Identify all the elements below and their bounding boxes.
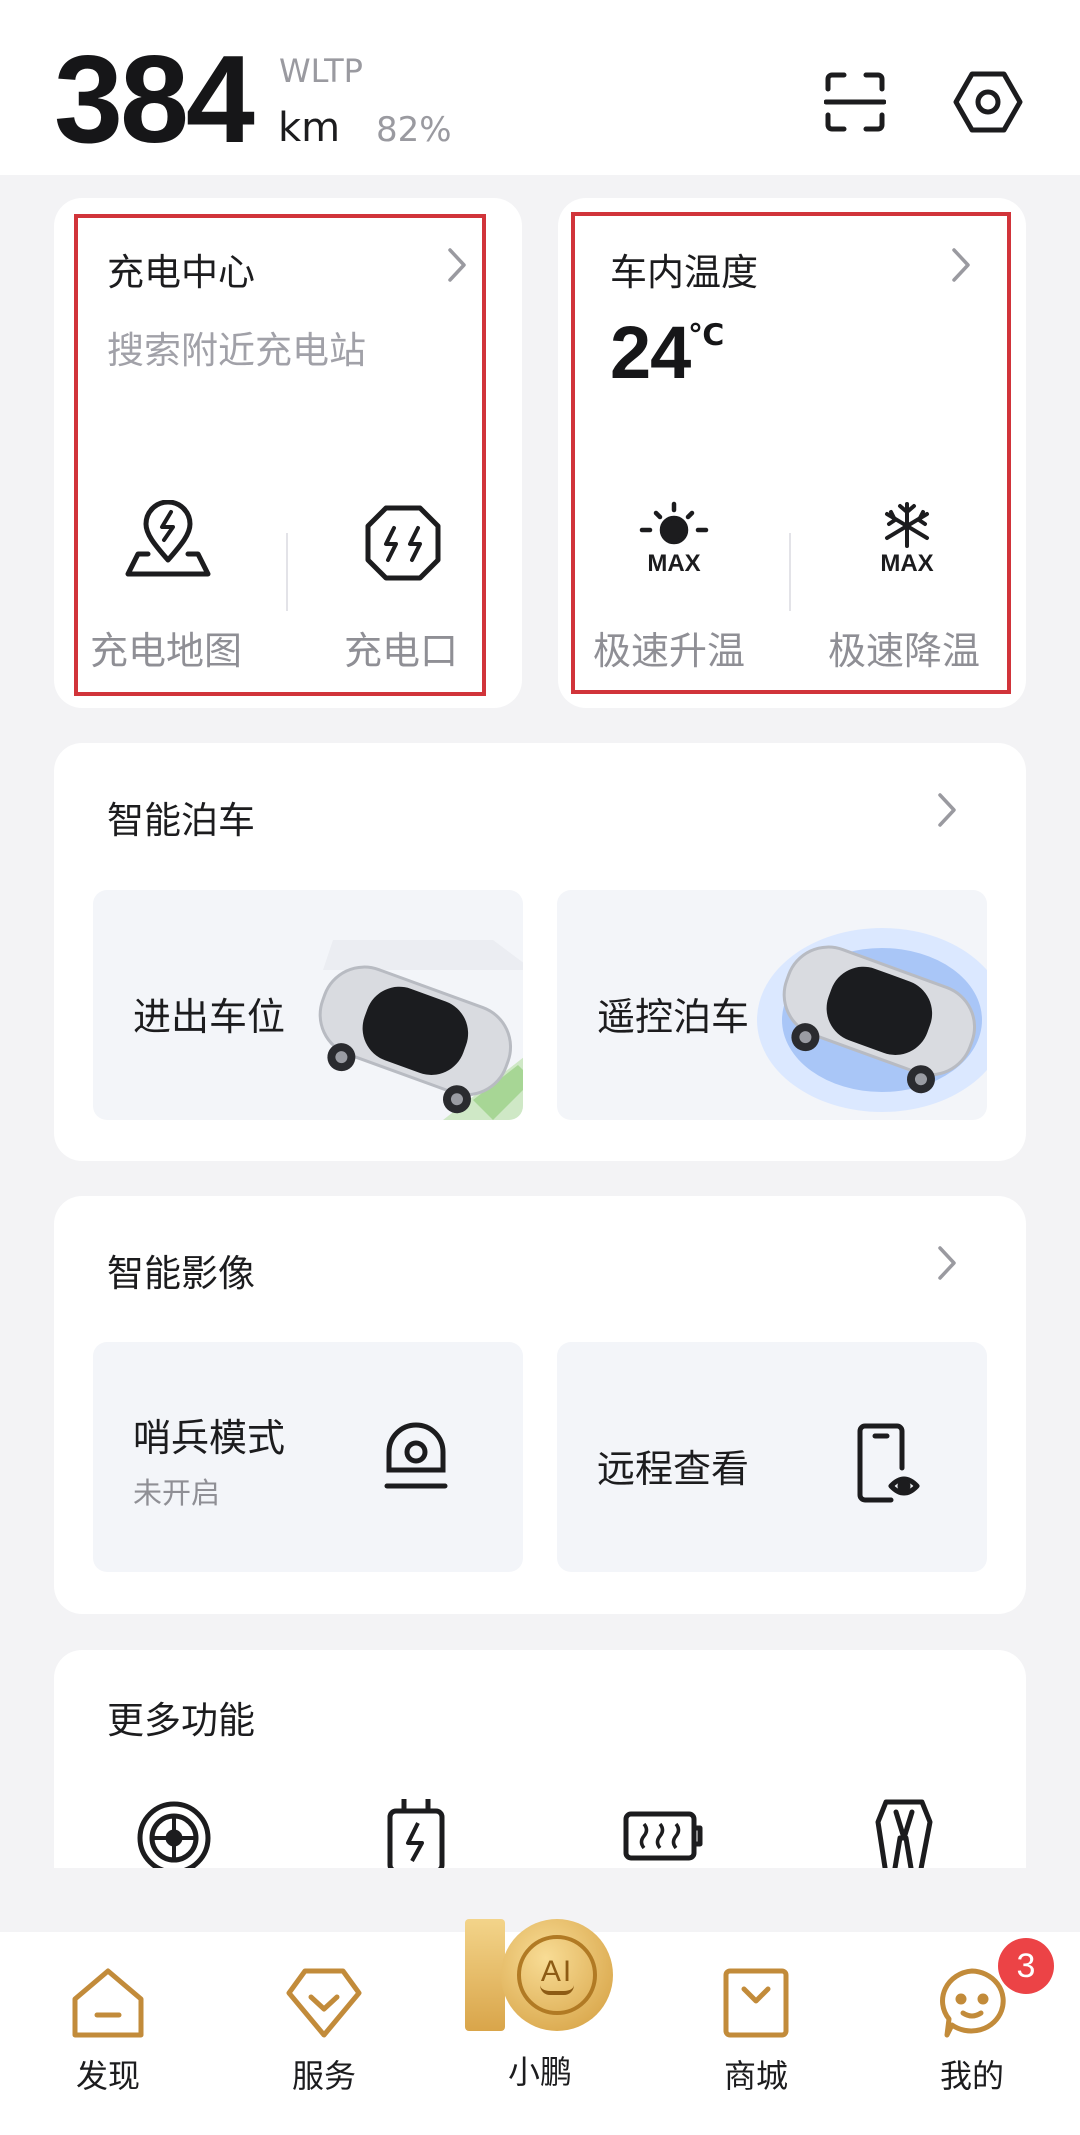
car-remote-image xyxy=(757,928,987,1112)
charge-port-icon[interactable] xyxy=(364,504,442,582)
divider xyxy=(789,533,791,611)
temperature-unit: ℃ xyxy=(688,318,725,353)
charger-plug-icon[interactable] xyxy=(384,1795,448,1868)
more-functions-title: 更多功能 xyxy=(107,1699,255,1742)
remote-view-phone-icon xyxy=(857,1423,920,1503)
sentry-mode-tile[interactable]: 哨兵模式 未开启 xyxy=(93,1342,523,1572)
max-cool-icon[interactable]: MAX xyxy=(867,500,947,584)
nav-label: 服务 xyxy=(291,2057,356,2095)
charging-map-pin-icon[interactable] xyxy=(124,499,212,578)
divider xyxy=(286,533,288,611)
nav-item-discover[interactable]: 发现 xyxy=(38,1965,178,2115)
tire-icon[interactable] xyxy=(136,1800,212,1868)
range-standard: WLTP xyxy=(279,52,363,90)
sentry-mode-label: 哨兵模式 xyxy=(133,1416,286,1460)
range-unit: km xyxy=(278,105,341,151)
battery-heat-icon[interactable] xyxy=(622,1808,704,1862)
park-in-out-label: 进出车位 xyxy=(133,995,286,1039)
chevron-right-icon[interactable] xyxy=(932,790,962,830)
smart-parking-title: 智能泊车 xyxy=(107,799,255,842)
nav-item-service[interactable]: 服务 xyxy=(254,1965,394,2115)
smart-video-title: 智能影像 xyxy=(107,1252,255,1295)
shop-bag-icon xyxy=(723,1968,789,2038)
chevron-right-icon[interactable] xyxy=(946,245,976,285)
charge-port-label[interactable]: 充电口 xyxy=(344,620,458,675)
temperature-card-title: 车内温度 xyxy=(610,251,758,294)
ai-text: AI xyxy=(540,1955,574,1988)
remote-parking-tile[interactable]: 遥控泊车 xyxy=(557,890,987,1120)
more-functions-card: 更多功能 xyxy=(54,1650,1026,1868)
seat-icon[interactable] xyxy=(872,1798,936,1868)
max-heat-icon[interactable]: MAX xyxy=(634,500,714,584)
home-icon xyxy=(72,1968,144,2038)
sentry-camera-icon xyxy=(384,1422,448,1489)
charging-map-label[interactable]: 充电地图 xyxy=(90,620,242,675)
max-cool-text: MAX xyxy=(880,550,934,577)
gear-icon xyxy=(953,71,1023,133)
car-parking-image xyxy=(318,940,523,1120)
battery-percent: 82% xyxy=(376,110,452,150)
nav-label: 商城 xyxy=(723,2057,788,2095)
service-icon xyxy=(286,1968,362,2038)
nav-label: 发现 xyxy=(75,2057,140,2095)
range-value: 384 xyxy=(54,31,255,169)
chevron-right-icon[interactable] xyxy=(442,245,472,285)
cabin-temperature-value: 24 xyxy=(610,311,691,394)
nav-label: 小鹏 xyxy=(507,2053,572,2091)
max-heat-text: MAX xyxy=(647,550,701,577)
chevron-right-icon[interactable] xyxy=(932,1243,962,1283)
xiaopeng-ai-icon: AI xyxy=(465,1905,615,2041)
nav-label: 我的 xyxy=(939,2057,1004,2095)
scan-button[interactable] xyxy=(815,62,895,142)
nav-item-xiaopeng[interactable]: AI 小鹏 xyxy=(465,1905,613,2115)
settings-button[interactable] xyxy=(948,62,1028,142)
park-in-out-tile[interactable]: 进出车位 xyxy=(93,890,523,1120)
charging-card-title: 充电中心 xyxy=(107,251,255,294)
rapid-cool-label[interactable]: 极速降温 xyxy=(828,620,980,675)
charging-card-subtitle[interactable]: 搜索附近充电站 xyxy=(107,320,366,374)
sentry-mode-status: 未开启 xyxy=(133,1476,221,1510)
notification-badge: 3 xyxy=(998,1938,1054,1994)
scan-icon xyxy=(824,72,886,132)
remote-view-label: 远程查看 xyxy=(597,1447,750,1491)
rapid-heat-label[interactable]: 极速升温 xyxy=(593,620,745,675)
remote-view-tile[interactable]: 远程查看 xyxy=(557,1342,987,1572)
nav-item-shop[interactable]: 商城 xyxy=(686,1965,826,2115)
